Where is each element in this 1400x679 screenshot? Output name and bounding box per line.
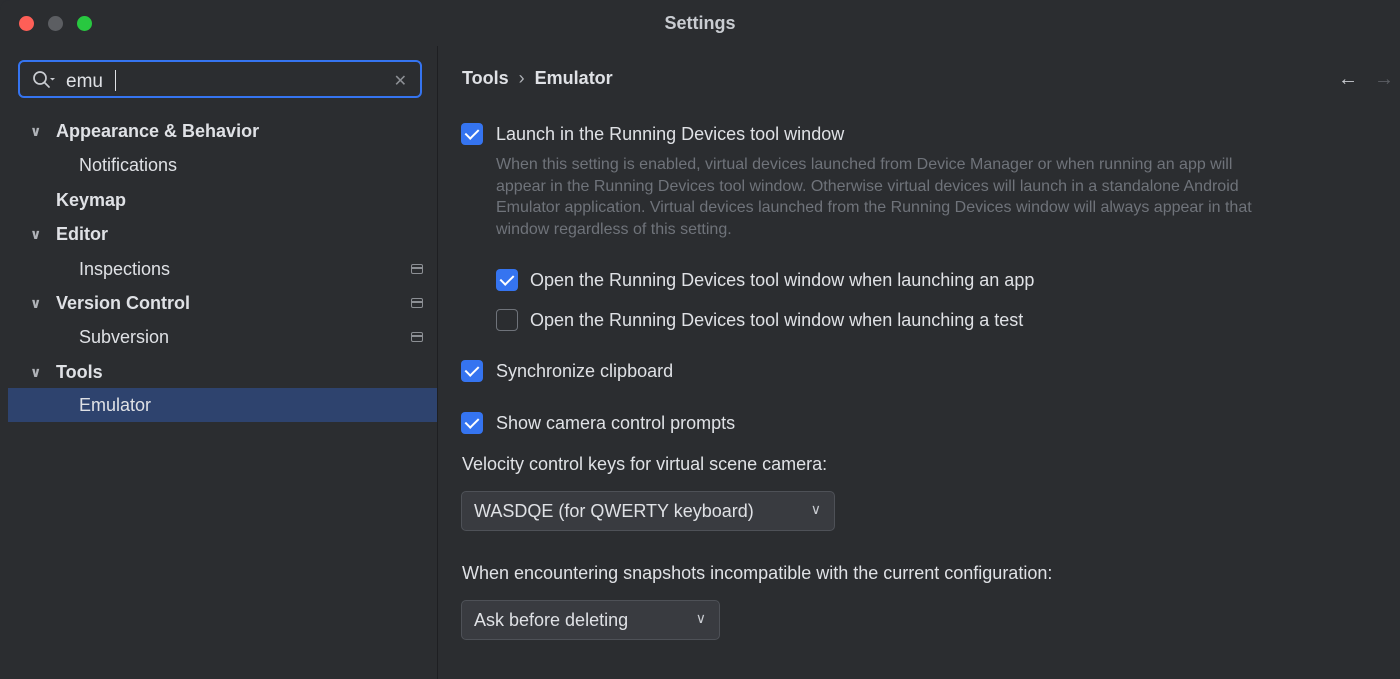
title-bar: Settings — [0, 0, 1400, 46]
settings-sidebar: emu ✕ ∨ Appearance & Behavior Notificati… — [8, 46, 438, 679]
sidebar-item-label: Editor — [56, 224, 108, 244]
project-level-icon — [411, 298, 423, 308]
settings-content: Tools › Emulator ← → Launch in the Running… — [438, 46, 1400, 679]
sidebar-item-label: Version Control — [56, 293, 191, 313]
breadcrumb-parent[interactable]: Tools — [462, 68, 509, 88]
launch-running-devices-description: When this setting is enabled, virtual de… — [496, 156, 1252, 238]
chevron-down-icon[interactable]: ∨ — [30, 114, 41, 148]
launch-running-devices-checkbox[interactable] — [461, 123, 483, 145]
launch-running-devices-label[interactable]: Launch in the Running Devices tool windo… — [496, 124, 844, 145]
chevron-down-icon: ∨ — [810, 501, 821, 517]
sidebar-item-label: Tools — [56, 362, 103, 382]
open-when-launching-test-checkbox[interactable] — [496, 309, 518, 331]
search-icon — [33, 71, 55, 88]
chevron-down-icon: ∨ — [695, 610, 706, 626]
text-caret — [115, 70, 116, 91]
synchronize-clipboard-label[interactable]: Synchronize clipboard — [496, 361, 673, 382]
breadcrumb-separator: › — [518, 68, 525, 88]
sidebar-item-inspections[interactable]: Inspections — [8, 252, 437, 286]
chevron-down-icon[interactable]: ∨ — [30, 355, 41, 389]
sidebar-item-label: Inspections — [79, 259, 171, 279]
forward-arrow-icon[interactable]: → — [1374, 68, 1394, 91]
show-camera-prompts-label[interactable]: Show camera control prompts — [496, 413, 735, 434]
back-arrow-icon[interactable]: ← — [1338, 68, 1358, 91]
velocity-keys-value: WASDQE (for QWERTY keyboard) — [474, 501, 754, 521]
snapshots-value: Ask before deleting — [474, 610, 629, 630]
open-when-launching-app-checkbox[interactable] — [496, 269, 518, 291]
sidebar-item-label: Appearance & Behavior — [56, 121, 260, 141]
show-camera-prompts-checkbox[interactable] — [461, 412, 483, 434]
breadcrumb-current: Emulator — [534, 68, 613, 88]
sidebar-item-label: Emulator — [79, 395, 152, 415]
snapshots-dropdown[interactable]: Ask before deleting ∨ — [461, 600, 720, 640]
sidebar-item-label: Notifications — [79, 155, 178, 175]
open-when-launching-app-label[interactable]: Open the Running Devices tool window whe… — [530, 270, 1034, 291]
sidebar-item-appearance-behavior[interactable]: ∨ Appearance & Behavior — [8, 114, 437, 148]
velocity-keys-dropdown[interactable]: WASDQE (for QWERTY keyboard) ∨ — [461, 491, 835, 531]
breadcrumb: Tools › Emulator — [462, 68, 613, 89]
sidebar-item-label: Subversion — [79, 327, 170, 347]
sidebar-item-version-control[interactable]: ∨ Version Control — [8, 286, 437, 320]
sidebar-item-tools[interactable]: ∨ Tools — [8, 355, 437, 389]
clear-search-icon[interactable]: ✕ — [394, 71, 407, 91]
sidebar-item-subversion[interactable]: Subversion — [8, 320, 437, 354]
sidebar-item-label: Keymap — [56, 190, 127, 210]
snapshots-label: When encountering snapshots incompatible… — [462, 563, 1053, 583]
sidebar-item-notifications[interactable]: Notifications — [8, 148, 437, 182]
sidebar-item-emulator[interactable]: Emulator — [8, 388, 437, 422]
velocity-keys-label: Velocity control keys for virtual scene … — [462, 454, 828, 474]
sidebar-item-keymap[interactable]: Keymap — [8, 183, 437, 217]
chevron-down-icon[interactable]: ∨ — [30, 286, 41, 320]
sidebar-item-editor[interactable]: ∨ Editor — [8, 217, 437, 251]
settings-window: Settings emu ✕ ∨ Appearance & Behavior N… — [0, 0, 1400, 679]
synchronize-clipboard-checkbox[interactable] — [461, 360, 483, 382]
project-level-icon — [411, 264, 423, 274]
chevron-down-icon[interactable]: ∨ — [30, 217, 41, 251]
open-when-launching-test-label[interactable]: Open the Running Devices tool window whe… — [530, 310, 1023, 331]
project-level-icon — [411, 332, 423, 342]
search-input[interactable]: emu — [66, 71, 103, 93]
search-field[interactable]: emu ✕ — [18, 60, 422, 98]
window-title: Settings — [664, 13, 736, 33]
